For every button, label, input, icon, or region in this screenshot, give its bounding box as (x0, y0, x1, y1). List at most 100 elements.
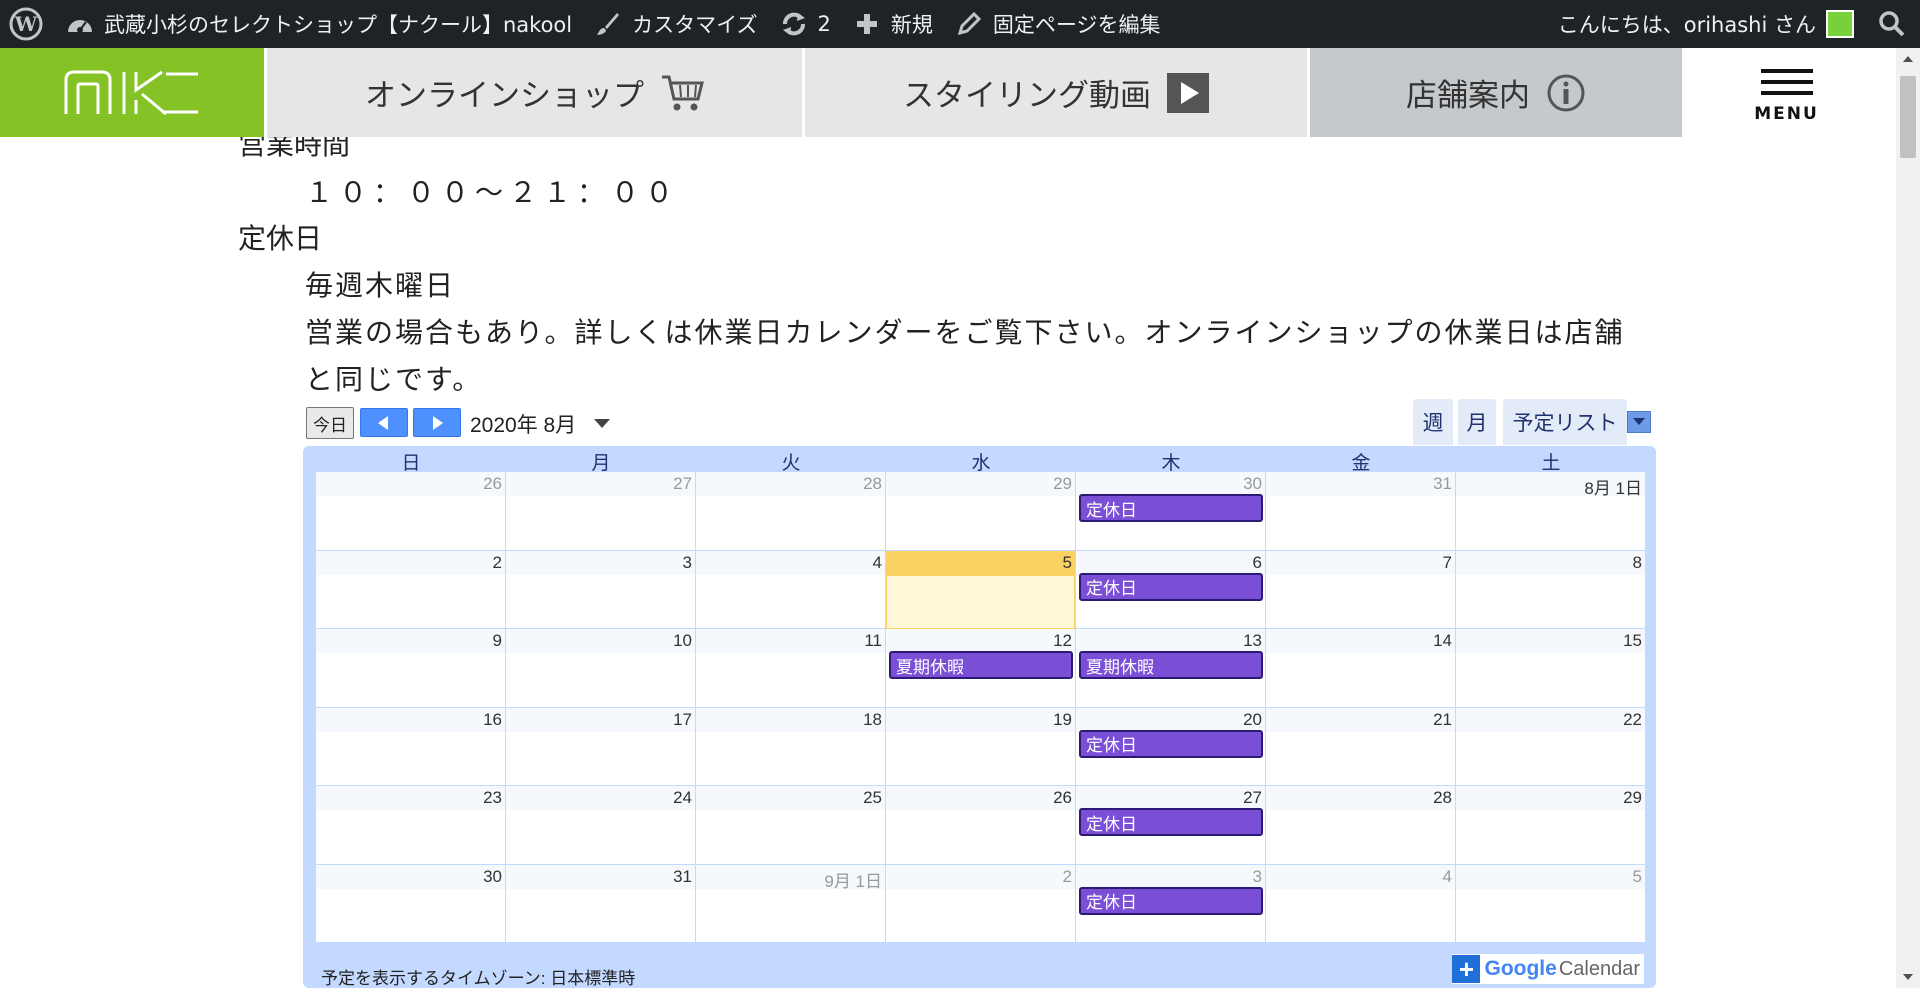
my-account-link[interactable]: こんにちは、orihashi さん (1548, 0, 1864, 48)
day-cell[interactable]: 27 (506, 472, 696, 550)
day-cell[interactable]: 3 (506, 550, 696, 629)
nav-tab-online-shop[interactable]: オンラインショップ (264, 48, 802, 137)
day-cell[interactable]: 23 (316, 786, 506, 864)
day-number[interactable]: 17 (673, 710, 692, 730)
site-name-link[interactable]: 武蔵小杉のセレクトショップ【ナクール】nakool (54, 0, 582, 48)
day-cell[interactable]: 26 (886, 786, 1076, 864)
day-number[interactable]: 30 (1243, 474, 1262, 494)
day-number[interactable]: 31 (673, 867, 692, 887)
day-number[interactable]: 6 (1253, 553, 1262, 573)
day-number[interactable]: 20 (1243, 710, 1262, 730)
day-cell[interactable]: 31 (1266, 472, 1456, 550)
day-cell[interactable]: 29 (1456, 786, 1646, 864)
day-cell[interactable]: 8 (1456, 550, 1646, 629)
day-cell[interactable]: 21 (1266, 707, 1456, 786)
day-number[interactable]: 16 (483, 710, 502, 730)
scroll-up-arrow-icon[interactable] (1903, 56, 1913, 62)
day-number[interactable]: 8月 1日 (1584, 474, 1642, 499)
day-cell[interactable]: 25 (696, 786, 886, 864)
nav-tab-store-info[interactable]: 店舗案内 (1307, 48, 1682, 137)
day-cell[interactable]: 2 (316, 550, 506, 629)
day-number[interactable]: 4 (1443, 867, 1452, 887)
day-number[interactable]: 28 (863, 474, 882, 494)
day-number[interactable]: 2 (493, 553, 502, 573)
day-cell[interactable]: 28 (1266, 786, 1456, 864)
day-cell[interactable]: 29 (886, 472, 1076, 550)
calendar-event[interactable]: 夏期休暇 (889, 651, 1073, 679)
day-number[interactable]: 5 (1063, 553, 1072, 573)
new-content-link[interactable]: 新規 (841, 0, 943, 48)
day-cell[interactable]: 26 (316, 472, 506, 550)
day-number[interactable]: 2 (1063, 867, 1072, 887)
day-number[interactable]: 31 (1433, 474, 1452, 494)
day-number[interactable]: 9 (493, 631, 502, 651)
day-number[interactable]: 3 (683, 553, 692, 573)
day-number[interactable]: 10 (673, 631, 692, 651)
day-cell[interactable]: 8月 1日 (1456, 472, 1646, 550)
day-cell[interactable]: 5 (1456, 864, 1646, 943)
day-cell[interactable]: 24 (506, 786, 696, 864)
scrollbar-thumb[interactable] (1900, 76, 1916, 158)
day-number[interactable]: 29 (1053, 474, 1072, 494)
today-button[interactable]: 今日 (306, 407, 354, 439)
tab-week-view[interactable]: 週 (1413, 399, 1453, 445)
page-scrollbar[interactable] (1896, 48, 1920, 988)
day-cell[interactable]: 19 (886, 707, 1076, 786)
day-number[interactable]: 18 (863, 710, 882, 730)
day-cell[interactable]: 30 (316, 864, 506, 943)
day-cell[interactable]: 9 (316, 629, 506, 707)
next-month-button[interactable] (413, 408, 461, 437)
day-number[interactable]: 30 (483, 867, 502, 887)
day-cell[interactable]: 14 (1266, 629, 1456, 707)
day-number[interactable]: 26 (1053, 788, 1072, 808)
day-cell[interactable]: 5 (886, 550, 1076, 629)
day-cell[interactable]: 9月 1日 (696, 864, 886, 943)
tab-agenda-view[interactable]: 予定リスト (1503, 399, 1627, 445)
calendar-event[interactable]: 定休日 (1079, 808, 1263, 836)
view-menu-button[interactable] (1627, 411, 1651, 433)
day-number[interactable]: 13 (1243, 631, 1262, 651)
day-number[interactable]: 24 (673, 788, 692, 808)
day-number[interactable]: 3 (1253, 867, 1262, 887)
customize-link[interactable]: カスタマイズ (582, 0, 767, 48)
day-number[interactable]: 8 (1633, 553, 1642, 573)
search-button[interactable] (1864, 0, 1920, 48)
day-number[interactable]: 9月 1日 (824, 867, 882, 892)
calendar-event[interactable]: 定休日 (1079, 572, 1263, 601)
day-number[interactable]: 21 (1433, 710, 1452, 730)
day-cell[interactable]: 16 (316, 707, 506, 786)
day-number[interactable]: 25 (863, 788, 882, 808)
day-cell[interactable]: 22 (1456, 707, 1646, 786)
calendar-event[interactable]: 夏期休暇 (1079, 651, 1263, 679)
day-number[interactable]: 27 (673, 474, 692, 494)
day-cell[interactable]: 11 (696, 629, 886, 707)
google-calendar-link[interactable]: + Google Calendar (1452, 954, 1644, 984)
tab-month-view[interactable]: 月 (1458, 399, 1496, 445)
day-number[interactable]: 15 (1623, 631, 1642, 651)
calendar-event[interactable]: 定休日 (1079, 729, 1263, 758)
day-number[interactable]: 5 (1633, 867, 1642, 887)
day-number[interactable]: 29 (1623, 788, 1642, 808)
scroll-down-arrow-icon[interactable] (1903, 974, 1913, 980)
day-cell[interactable]: 15 (1456, 629, 1646, 707)
day-number[interactable]: 7 (1443, 553, 1452, 573)
site-logo[interactable] (0, 48, 264, 137)
updates-link[interactable]: 2 (768, 0, 841, 48)
nav-tab-styling-video[interactable]: スタイリング動画 (802, 48, 1307, 137)
day-cell[interactable]: 4 (1266, 864, 1456, 943)
calendar-event[interactable]: 定休日 (1079, 494, 1263, 522)
prev-month-button[interactable] (360, 408, 408, 437)
day-cell[interactable]: 7 (1266, 550, 1456, 629)
day-number[interactable]: 4 (873, 553, 882, 573)
day-cell[interactable]: 18 (696, 707, 886, 786)
day-number[interactable]: 23 (483, 788, 502, 808)
day-number[interactable]: 22 (1623, 710, 1642, 730)
day-number[interactable]: 19 (1053, 710, 1072, 730)
day-number[interactable]: 28 (1433, 788, 1452, 808)
wordpress-logo[interactable]: W (0, 0, 54, 48)
day-cell[interactable]: 4 (696, 550, 886, 629)
edit-page-link[interactable]: 固定ページを編集 (943, 0, 1171, 48)
day-number[interactable]: 11 (864, 631, 882, 651)
day-number[interactable]: 14 (1433, 631, 1452, 651)
day-cell[interactable]: 2 (886, 864, 1076, 943)
